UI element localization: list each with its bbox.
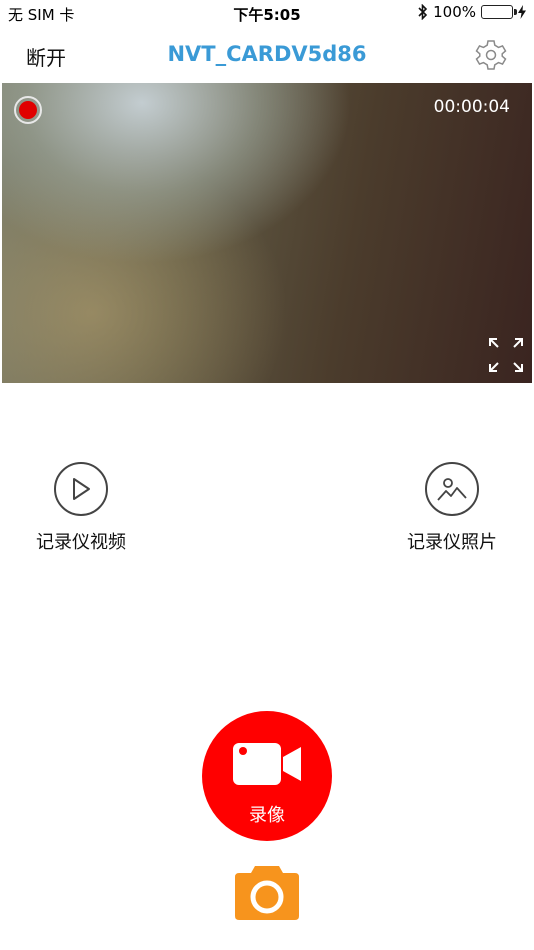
battery-percent: 100% xyxy=(433,3,476,21)
status-right: 100% xyxy=(418,3,526,21)
status-bar: 无 SIM 卡 下午5:05 100% xyxy=(0,0,534,30)
dashcam-photos-label: 记录仪照片 xyxy=(407,532,497,553)
nav-bar: 断开 NVT_CARDV5d86 xyxy=(0,30,534,80)
recording-timer: 00:00:04 xyxy=(433,97,510,117)
dashcam-videos-entry[interactable]: 记录仪视频 xyxy=(6,462,156,554)
dashcam-photos-entry[interactable]: 记录仪照片 xyxy=(377,462,527,554)
record-video-button[interactable]: 录像 xyxy=(202,711,332,841)
fullscreen-icon[interactable] xyxy=(488,337,524,373)
play-icon xyxy=(54,462,108,516)
charging-bolt-icon xyxy=(518,5,526,19)
snapshot-camera-icon[interactable] xyxy=(235,864,299,920)
video-camera-icon xyxy=(233,743,301,785)
recording-indicator xyxy=(14,96,42,124)
live-preview[interactable]: 00:00:04 xyxy=(2,83,532,383)
battery-icon xyxy=(481,5,517,19)
record-video-label: 录像 xyxy=(249,805,285,826)
recording-dot-icon xyxy=(19,101,37,119)
device-name-title: NVT_CARDV5d86 xyxy=(167,42,367,66)
dashcam-videos-label: 记录仪视频 xyxy=(36,532,126,553)
bluetooth-icon xyxy=(418,4,428,20)
settings-gear-icon[interactable] xyxy=(474,38,508,72)
image-icon xyxy=(425,462,479,516)
